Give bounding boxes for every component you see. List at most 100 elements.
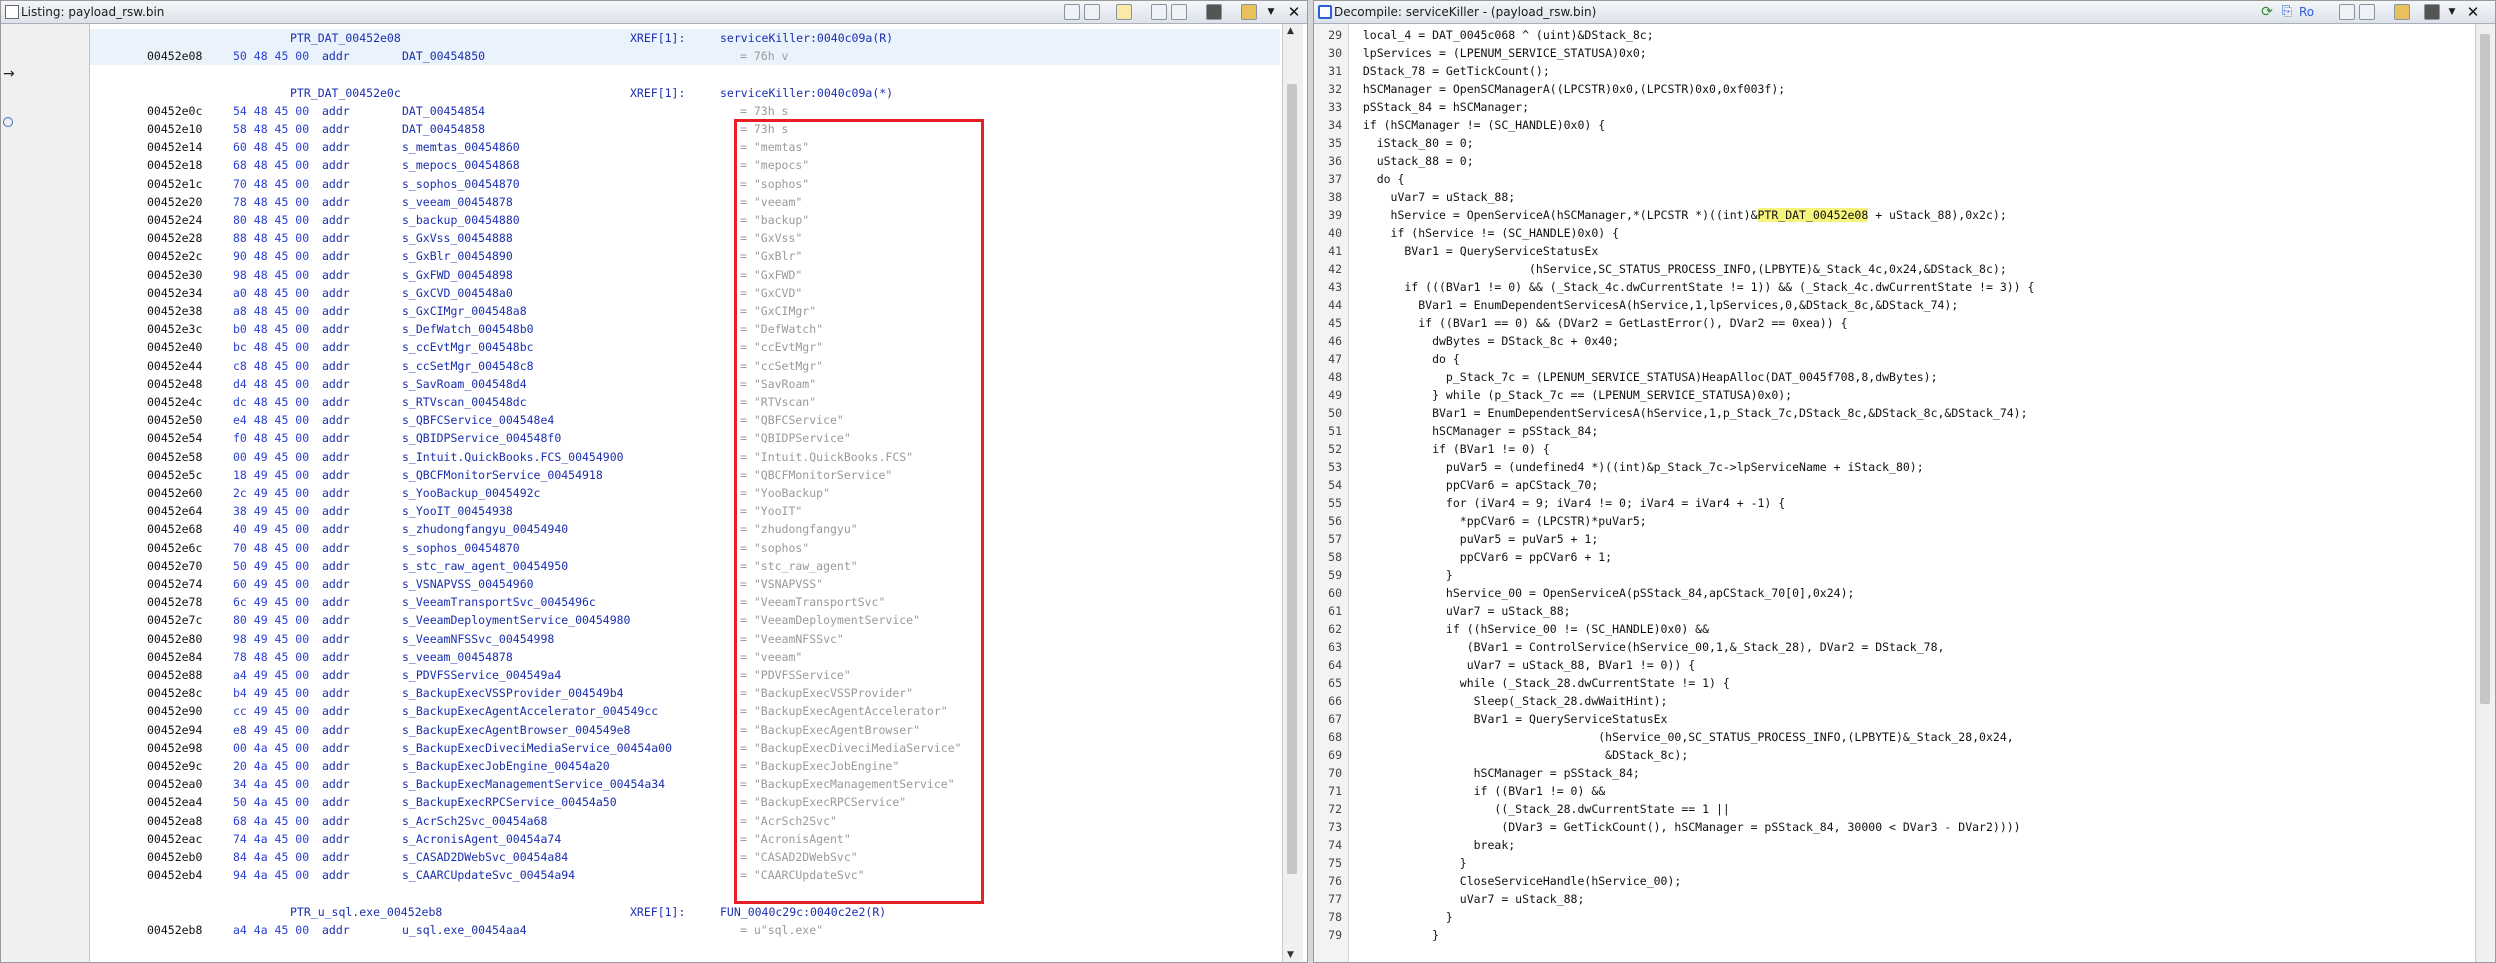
code-text[interactable]: uStack_88 = 0; [1349,152,1474,170]
mnemonic[interactable]: addr [322,630,350,648]
label-name[interactable]: PTR_u_sql.exe_00452eb8 [290,903,442,921]
listing-data-row[interactable]: 00452e18 68 48 45 00 addr s_mepocs_00454868… [90,156,1280,174]
snapshot-icon[interactable] [2424,4,2440,20]
code-text[interactable]: pSStack_84 = hSCManager; [1349,98,1529,116]
listing-data-row[interactable]: 00452eb0 84 4a 45 00 addr s_CASAD2DWebSvc_0… [90,848,1280,866]
listing-data-row[interactable]: 00452e30 98 48 45 00 addr s_GxFWD_00454898 =… [90,266,1280,284]
mnemonic[interactable]: addr [322,466,350,484]
cursor-track-icon[interactable] [1116,4,1132,20]
xref-link[interactable]: serviceKiller:0040c09a(*) [720,84,893,102]
mnemonic[interactable]: addr [322,702,350,720]
address[interactable]: 00452e9c [147,757,202,775]
address[interactable]: 00452e24 [147,211,202,229]
listing-label-row[interactable]: PTR_u_sql.exe_00452eb8 XREF[1]: FUN_0040c2… [90,903,1280,921]
code-text[interactable]: (DVar3 = GetTickCount(), hSCManager = pS… [1349,818,2020,836]
listing-content[interactable]: PTR_DAT_00452e08 XREF[1]: serviceKiller:00… [90,24,1280,962]
mnemonic[interactable]: addr [322,775,350,793]
code-text[interactable]: p_Stack_7c = (LPENUM_SERVICE_STATUSA)Hea… [1349,368,1938,386]
operand[interactable]: s_backup_00454880 [402,211,520,229]
paste-icon[interactable] [1084,4,1100,20]
listing-label-row[interactable]: PTR_DAT_00452e08 XREF[1]: serviceKiller:00… [90,29,1280,47]
decompile-scroll-thumb[interactable] [2480,34,2490,704]
address[interactable]: 00452e20 [147,193,202,211]
listing-data-row[interactable]: 00452e14 60 48 45 00 addr s_memtas_00454860… [90,138,1280,156]
address[interactable]: 00452e44 [147,357,202,375]
code-text[interactable]: (hService,SC_STATUS_PROCESS_INFO,(LPBYTE… [1349,260,2007,278]
code-text[interactable]: if ((hService_00 != (SC_HANDLE)0x0) && [1349,620,1709,638]
address[interactable]: 00452e60 [147,484,202,502]
listing-data-row[interactable]: 00452e10 58 48 45 00 addr DAT_00454858 = 73h… [90,120,1280,138]
code-text[interactable]: Sleep(_Stack_28.dwWaitHint); [1349,692,1668,710]
address[interactable]: 00452e5c [147,466,202,484]
listing-data-row[interactable]: 00452e7c 80 49 45 00 addr s_VeeamDeployment… [90,611,1280,629]
listing-data-row[interactable]: 00452eb8 a4 4a 45 00 addr u_sql.exe_00454aa… [90,921,1280,939]
listing-data-row[interactable]: 00452e48 d4 48 45 00 addr s_SavRoam_004548d… [90,375,1280,393]
operand[interactable]: s_AcronisAgent_00454a74 [402,830,561,848]
code-text[interactable]: if ((BVar1 != 0) && [1349,782,1606,800]
code-text[interactable]: hSCManager = pSStack_84; [1349,422,1598,440]
mnemonic[interactable]: addr [322,338,350,356]
operand[interactable]: s_GxCIMgr_004548a8 [402,302,527,320]
mnemonic[interactable]: addr [322,229,350,247]
listing-data-row[interactable]: 00452e94 e8 49 45 00 addr s_BackupExecAgent… [90,721,1280,739]
operand[interactable]: s_VeeamTransportSvc_0045496c [402,593,596,611]
listing-data-row[interactable]: 00452e60 2c 49 45 00 addr s_YooBackup_00454… [90,484,1280,502]
export-icon[interactable]: ⎘ [2279,4,2295,20]
listing-data-row[interactable]: 00452e98 00 4a 45 00 addr s_BackupExecDivec… [90,739,1280,757]
address[interactable]: 00452e74 [147,575,202,593]
code-text[interactable]: puVar5 = puVar5 + 1; [1349,530,1598,548]
operand[interactable]: s_QBFCService_004548e4 [402,411,554,429]
code-text[interactable]: for (iVar4 = 9; iVar4 != 0; iVar4 = iVar… [1349,494,1785,512]
address[interactable]: 00452e2c [147,247,202,265]
code-text[interactable]: *ppCVar6 = (LPCSTR)*puVar5; [1349,512,1647,530]
mnemonic[interactable]: addr [322,557,350,575]
address[interactable]: 00452e88 [147,666,202,684]
listing-data-row[interactable]: 00452e90 cc 49 45 00 addr s_BackupExecAgent… [90,702,1280,720]
mnemonic[interactable]: addr [322,721,350,739]
operand[interactable]: DAT_00454858 [402,120,485,138]
mnemonic[interactable]: addr [322,266,350,284]
read-only-toggle[interactable]: Ro [2299,4,2323,20]
mnemonic[interactable]: addr [322,138,350,156]
address[interactable]: 00452e3c [147,320,202,338]
operand[interactable]: s_VeeamDeploymentService_00454980 [402,611,630,629]
operand[interactable]: s_ccEvtMgr_004548bc [402,338,534,356]
listing-data-row[interactable]: 00452e74 60 49 45 00 addr s_VSNAPVSS_004549… [90,575,1280,593]
mnemonic[interactable]: addr [322,484,350,502]
code-text[interactable]: uVar7 = uStack_88; [1349,890,1585,908]
listing-data-row[interactable]: 00452e38 a8 48 45 00 addr s_GxCIMgr_004548a… [90,302,1280,320]
address[interactable]: 00452e94 [147,721,202,739]
operand[interactable]: s_SavRoam_004548d4 [402,375,527,393]
refresh-icon[interactable]: ⟳ [2259,4,2275,20]
code-text[interactable]: (hService_00,SC_STATUS_PROCESS_INFO,(LPB… [1349,728,2013,746]
mnemonic[interactable]: addr [322,120,350,138]
listing-data-row[interactable]: 00452e28 88 48 45 00 addr s_GxVss_00454888 =… [90,229,1280,247]
address[interactable]: 00452e34 [147,284,202,302]
address[interactable]: 00452ea4 [147,793,202,811]
address[interactable]: 00452e7c [147,611,202,629]
mnemonic[interactable]: addr [322,575,350,593]
address[interactable]: 00452e80 [147,630,202,648]
mnemonic[interactable]: addr [322,520,350,538]
code-text[interactable]: iStack_80 = 0; [1349,134,1474,152]
code-text[interactable]: BVar1 = EnumDependentServicesA(hService,… [1349,404,2027,422]
mnemonic[interactable]: addr [322,193,350,211]
code-text[interactable]: BVar1 = QueryServiceStatusEx [1349,710,1668,728]
operand[interactable]: s_GxVss_00454888 [402,229,513,247]
operand[interactable]: s_RTVscan_004548dc [402,393,527,411]
operand[interactable]: s_BackupExecAgentBrowser_004549e8 [402,721,630,739]
code-text[interactable]: while (_Stack_28.dwCurrentState != 1) { [1349,674,1730,692]
listing-data-row[interactable]: 00452e4c dc 48 45 00 addr s_RTVscan_004548d… [90,393,1280,411]
code-text[interactable]: puVar5 = (undefined4 *)((int)&p_Stack_7c… [1349,458,1924,476]
address[interactable]: 00452e64 [147,502,202,520]
highlighted-symbol[interactable]: PTR_DAT_00452e08 [1757,208,1869,222]
mnemonic[interactable]: addr [322,302,350,320]
operand[interactable]: s_GxBlr_00454890 [402,247,513,265]
operand[interactable]: s_GxCVD_004548a0 [402,284,513,302]
address[interactable]: 00452e1c [147,175,202,193]
mnemonic[interactable]: addr [322,539,350,557]
mnemonic[interactable]: addr [322,211,350,229]
address[interactable]: 00452e98 [147,739,202,757]
code-text[interactable]: } [1349,908,1453,926]
listing-data-row[interactable]: 00452ea4 50 4a 45 00 addr s_BackupExecRPCSe… [90,793,1280,811]
